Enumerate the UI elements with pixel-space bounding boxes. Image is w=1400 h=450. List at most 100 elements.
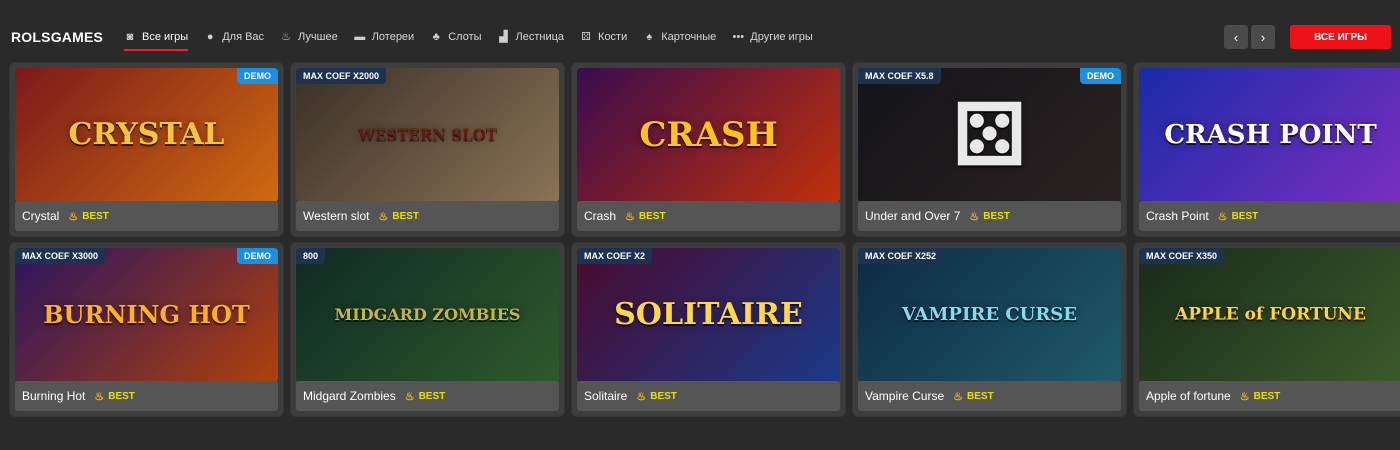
- game-name: Vampire Curse: [865, 389, 945, 403]
- game-caption: Crash ♨ BEST: [577, 201, 840, 231]
- best-badge: ♨ BEST: [378, 210, 419, 223]
- game-logo: APPLE of FORTUNE: [1175, 304, 1366, 325]
- nav-item-4[interactable]: ♣ Слоты: [430, 28, 482, 46]
- nav-item-2[interactable]: ♨ Лучшее: [280, 28, 338, 46]
- game-caption: Burning Hot ♨ BEST: [15, 381, 278, 411]
- nav-item-6[interactable]: ⚄ Кости: [580, 28, 627, 46]
- demo-badge: DEMO: [237, 68, 278, 84]
- game-logo: WESTERN SLOT: [358, 125, 497, 144]
- flame-icon: ♨: [281, 31, 291, 43]
- game-name: Western slot: [303, 209, 370, 223]
- game-name: Crash: [584, 209, 617, 223]
- game-name: Crystal: [22, 209, 60, 223]
- game-name: Burning Hot: [22, 389, 86, 403]
- best-label: BEST: [82, 210, 109, 222]
- game-logo: SOLITAIRE: [614, 297, 803, 332]
- game-card[interactable]: VAMPIRE CURSE MAX COEF X252 Vampire Curse ♨…: [853, 243, 1126, 416]
- best-label: BEST: [650, 390, 677, 402]
- game-caption: Under and Over 7 ♨ BEST: [858, 201, 1121, 231]
- best-label: BEST: [108, 390, 135, 402]
- game-thumbnail[interactable]: VAMPIRE CURSE MAX COEF X252: [858, 248, 1121, 382]
- flame-icon: ♨: [953, 390, 964, 403]
- best-label: BEST: [638, 210, 666, 222]
- best-badge: ♨ BEST: [969, 210, 1010, 223]
- flame-icon: ♨: [378, 210, 389, 223]
- game-card[interactable]: SOLITAIRE MAX COEF X2 Solitaire ♨ BEST: [572, 243, 845, 416]
- best-badge: ♨ BEST: [68, 210, 109, 223]
- best-badge: ♨ BEST: [405, 390, 446, 403]
- best-badge: ♨ BEST: [953, 390, 994, 403]
- nav-item-label: Лучшее: [298, 31, 338, 43]
- demo-badge: DEMO: [237, 248, 278, 264]
- game-caption: Solitaire ♨ BEST: [577, 381, 840, 411]
- flame-icon: ♨: [636, 390, 647, 403]
- game-logo: BURNING HOT: [43, 300, 250, 329]
- game-name: Crash Point: [1146, 209, 1209, 223]
- best-label: BEST: [418, 390, 446, 402]
- game-card[interactable]: CRYSTAL DEMO Crystal ♨ BEST: [10, 63, 283, 236]
- nav-item-5[interactable]: ▟ Лестница: [498, 28, 565, 46]
- section-title: ROLSGAMES: [11, 29, 104, 45]
- game-card[interactable]: WESTERN SLOT MAX COEF X2000 Western slot ♨ B…: [291, 63, 564, 236]
- nav-item-label: Все игры: [142, 31, 189, 43]
- game-logo: CRYSTAL: [68, 117, 225, 152]
- game-caption: Western slot ♨ BEST: [296, 201, 559, 231]
- nav-item-3[interactable]: ▬ Лотереи: [354, 28, 415, 46]
- game-caption: Crystal ♨ BEST: [15, 201, 278, 231]
- more-icon: •••: [732, 31, 745, 43]
- game-thumbnail[interactable]: WESTERN SLOT MAX COEF X2000: [296, 68, 559, 202]
- nav-item-label: Лотереи: [371, 31, 415, 43]
- max-coef-badge: MAX COEF X2: [577, 248, 653, 264]
- flame-icon: ♨: [404, 390, 415, 403]
- game-logo: CRASH: [639, 115, 778, 155]
- nav-item-1[interactable]: ● Для Вас: [204, 28, 264, 46]
- nav-item-label: Другие игры: [750, 31, 813, 43]
- gamepad-icon: ◙: [126, 31, 134, 43]
- game-card[interactable]: APPLE of FORTUNE MAX COEF X350 Apple of fo…: [1134, 243, 1400, 416]
- game-thumbnail[interactable]: MIDGARD ZOMBIES 800: [296, 248, 559, 382]
- game-logo: ⚄: [952, 85, 1026, 184]
- game-card[interactable]: CRASH POINT Crash Point ♨ BEST: [1134, 63, 1400, 236]
- top-bar: ROLSGAMES ◙ Все игры ● Для Вас ♨ Лучшее ▬ Лотер…: [0, 0, 1400, 64]
- ticket-icon: ▬: [354, 31, 366, 43]
- max-coef-badge: MAX COEF X2000: [296, 68, 387, 84]
- best-badge: ♨ BEST: [94, 390, 135, 403]
- game-thumbnail[interactable]: APPLE of FORTUNE MAX COEF X350: [1139, 248, 1400, 382]
- max-coef-badge: MAX COEF X5.8: [858, 68, 941, 84]
- game-thumbnail[interactable]: ⚄ MAX COEF X5.8 DEMO: [858, 68, 1121, 202]
- game-thumbnail[interactable]: BURNING HOT MAX COEF X3000 DEMO: [15, 248, 278, 382]
- best-badge: ♨ BEST: [625, 210, 666, 223]
- spade-icon: ♠: [646, 31, 653, 43]
- nav-item-8[interactable]: ••• Другие игры: [732, 28, 813, 46]
- game-caption: Vampire Curse ♨ BEST: [858, 381, 1121, 411]
- nav-item-label: Слоты: [448, 31, 482, 43]
- flame-icon: ♨: [68, 210, 79, 223]
- next-arrow-button[interactable]: ›: [1251, 25, 1275, 49]
- game-card[interactable]: MIDGARD ZOMBIES 800 Midgard Zombies ♨ BEST: [291, 243, 564, 416]
- cherries-icon: ♣: [432, 31, 440, 43]
- best-badge: ♨ BEST: [1240, 390, 1281, 403]
- max-coef-badge: 800: [296, 248, 326, 264]
- game-name: Apple of fortune: [1146, 389, 1231, 403]
- game-logo: MIDGARD ZOMBIES: [334, 305, 521, 324]
- dice-icon: ⚄: [581, 31, 591, 43]
- chevron-left-icon: ‹: [1233, 29, 1239, 45]
- game-card[interactable]: CRASH Crash ♨ BEST: [572, 63, 845, 236]
- flame-icon: ♨: [94, 390, 105, 403]
- all-games-button[interactable]: ВСЕ ИГРЫ: [1290, 25, 1391, 49]
- nav-item-label: Лестница: [515, 31, 565, 43]
- prev-arrow-button[interactable]: ‹: [1224, 25, 1248, 49]
- games-grid: CRYSTAL DEMO Crystal ♨ BEST WESTERN SLOT MAX C…: [10, 63, 1400, 416]
- nav-item-7[interactable]: ♠ Карточные: [643, 28, 716, 46]
- max-coef-badge: MAX COEF X252: [858, 248, 944, 264]
- flame-icon: ♨: [625, 210, 635, 223]
- nav-item-label: Кости: [598, 31, 628, 43]
- nav-item-0[interactable]: ◙ Все игры: [124, 28, 189, 51]
- game-card[interactable]: BURNING HOT MAX COEF X3000 DEMO Burning Hot…: [10, 243, 283, 416]
- game-thumbnail[interactable]: CRASH POINT: [1139, 68, 1400, 202]
- game-card[interactable]: ⚄ MAX COEF X5.8 DEMO Under and Over 7 ♨ BEST: [853, 63, 1126, 236]
- user-icon: ●: [206, 31, 214, 43]
- game-thumbnail[interactable]: CRYSTAL DEMO: [15, 68, 278, 202]
- game-thumbnail[interactable]: SOLITAIRE MAX COEF X2: [577, 248, 840, 382]
- game-thumbnail[interactable]: CRASH: [577, 68, 840, 202]
